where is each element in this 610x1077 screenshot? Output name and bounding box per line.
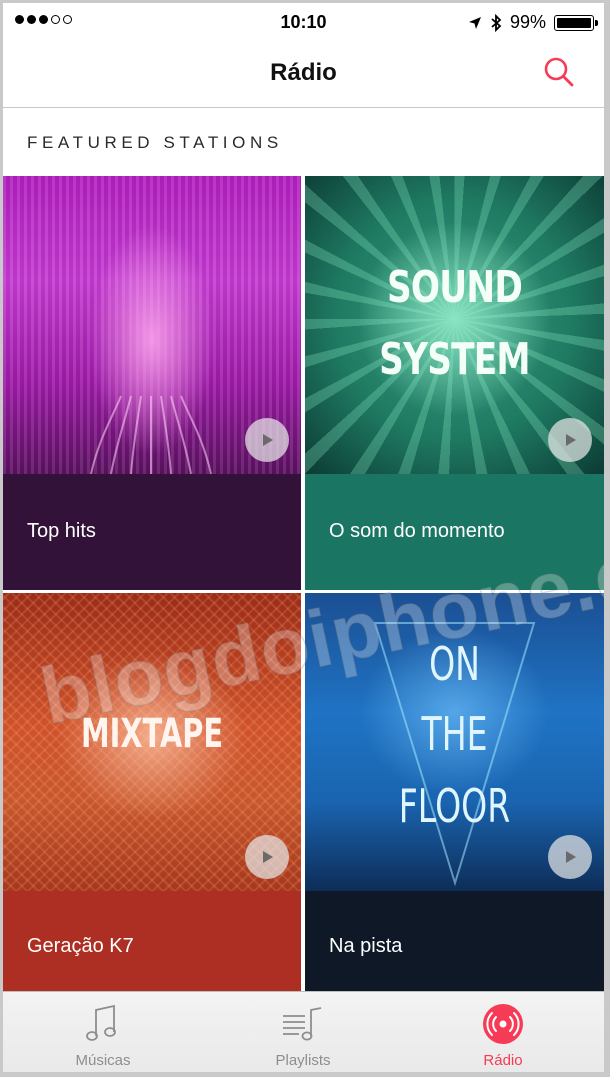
tab-musicas[interactable]: Músicas — [3, 992, 203, 1072]
play-button[interactable] — [245, 418, 289, 462]
section-header: FEATURED STATIONS — [27, 133, 283, 152]
station-artwork: MIXTAPE — [3, 593, 301, 891]
station-art-text: SOUND — [386, 262, 523, 313]
play-button[interactable] — [548, 418, 592, 462]
search-icon — [544, 57, 574, 87]
station-artwork: ON THE FLOOR — [305, 593, 604, 891]
search-button[interactable] — [542, 55, 576, 89]
location-arrow-icon — [468, 16, 481, 29]
play-button[interactable] — [245, 835, 289, 879]
play-icon — [263, 851, 273, 863]
station-artwork — [3, 176, 301, 474]
page-title: Rádio — [270, 59, 337, 86]
play-icon — [566, 851, 576, 863]
bluetooth-icon — [491, 13, 502, 32]
tab-label: Rádio — [483, 1052, 523, 1069]
tab-label: Playlists — [275, 1052, 331, 1069]
play-button[interactable] — [548, 835, 592, 879]
station-name: O som do momento — [329, 520, 505, 542]
music-note-icon — [86, 1004, 116, 1041]
station-tile-top-hits[interactable]: Top hits — [3, 176, 301, 590]
station-art-text: ON — [429, 637, 480, 691]
station-name: Top hits — [27, 520, 96, 542]
station-art-text: SYSTEM — [379, 334, 530, 385]
station-art-text: FLOOR — [398, 779, 511, 833]
tab-bar: Músicas Playlists Rádio — [3, 991, 604, 1072]
battery-icon — [554, 14, 598, 31]
station-name: Na pista — [329, 935, 403, 957]
station-artwork: SOUND SYSTEM — [305, 176, 604, 474]
station-label-bar: O som do momento — [305, 474, 604, 590]
app-screen: 10:10 99% Rádio FEATURED STATIONS Top hi… — [0, 0, 610, 1077]
station-tile-na-pista[interactable]: ON THE FLOOR Na pista — [305, 593, 604, 993]
playlist-icon — [283, 1007, 322, 1041]
station-label-bar: Top hits — [3, 474, 301, 590]
station-label-bar: Geração K7 — [3, 891, 301, 993]
station-art-text: THE — [421, 707, 488, 761]
battery-percent: 99% — [509, 12, 546, 32]
station-label-bar: Na pista — [305, 891, 604, 993]
navigation-bar: Rádio — [3, 41, 604, 108]
tab-playlists[interactable]: Playlists — [203, 992, 403, 1072]
tab-radio[interactable]: Rádio — [403, 992, 603, 1072]
station-tile-o-som-do-momento[interactable]: SOUND SYSTEM O som do momento — [305, 176, 604, 590]
radio-broadcast-icon — [483, 1004, 523, 1044]
status-bar: 10:10 99% — [3, 3, 604, 41]
station-art-text: MIXTAPE — [80, 711, 224, 757]
station-name: Geração K7 — [27, 935, 134, 957]
play-icon — [566, 434, 576, 446]
tab-label: Músicas — [75, 1052, 131, 1069]
play-icon — [263, 434, 273, 446]
station-tile-geracao-k7[interactable]: MIXTAPE Geração K7 — [3, 593, 301, 993]
